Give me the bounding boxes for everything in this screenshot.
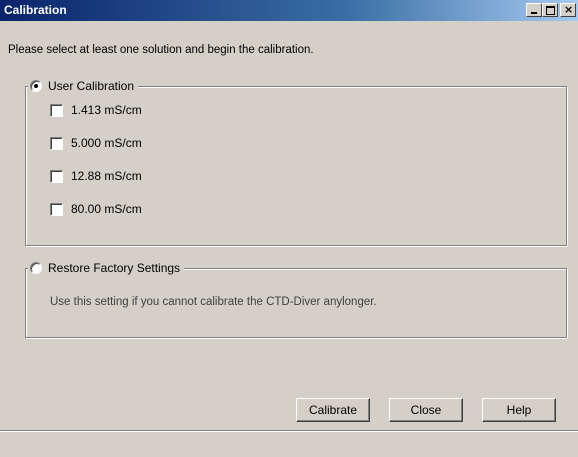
title-bar[interactable]: Calibration × [0,0,578,21]
solution-checkbox-1288[interactable]: 12.88 mS/cm [50,169,142,183]
status-bar [0,430,578,457]
minimize-icon [531,12,537,14]
factory-note-text: Use this setting if you cannot calibrate… [50,296,377,308]
solution-label: 12.88 mS/cm [71,169,142,183]
radio-selected-icon[interactable] [30,80,42,92]
user-calibration-label: User Calibration [48,79,135,93]
close-icon: × [564,3,574,16]
restore-factory-radio[interactable]: Restore Factory Settings [28,260,185,276]
solution-checkbox-5000[interactable]: 5.000 mS/cm [50,136,142,150]
calibration-window: Calibration × Please select at least one… [0,0,578,457]
window-title: Calibration [4,3,67,17]
close-window-button[interactable]: × [560,3,576,17]
solution-checkbox-1413[interactable]: 1.413 mS/cm [50,103,142,117]
user-calibration-radio[interactable]: User Calibration [28,78,139,94]
solution-label: 80.00 mS/cm [71,202,142,216]
radio-unselected-icon[interactable] [30,262,42,274]
help-button[interactable]: Help [482,398,556,422]
checkbox-icon[interactable] [50,202,63,216]
solution-label: 1.413 mS/cm [71,103,142,117]
solution-checkbox-8000[interactable]: 80.00 mS/cm [50,202,142,216]
close-button[interactable]: Close [389,398,463,422]
instruction-text: Please select at least one solution and … [8,44,314,56]
checkbox-icon[interactable] [50,169,63,183]
restore-factory-label: Restore Factory Settings [48,261,181,275]
checkbox-icon[interactable] [50,103,63,117]
maximize-icon [546,6,555,15]
minimize-button[interactable] [526,3,542,17]
maximize-button[interactable] [542,3,558,17]
calibrate-button[interactable]: Calibrate [296,398,370,422]
solution-label: 5.000 mS/cm [71,136,142,150]
checkbox-icon[interactable] [50,136,63,150]
